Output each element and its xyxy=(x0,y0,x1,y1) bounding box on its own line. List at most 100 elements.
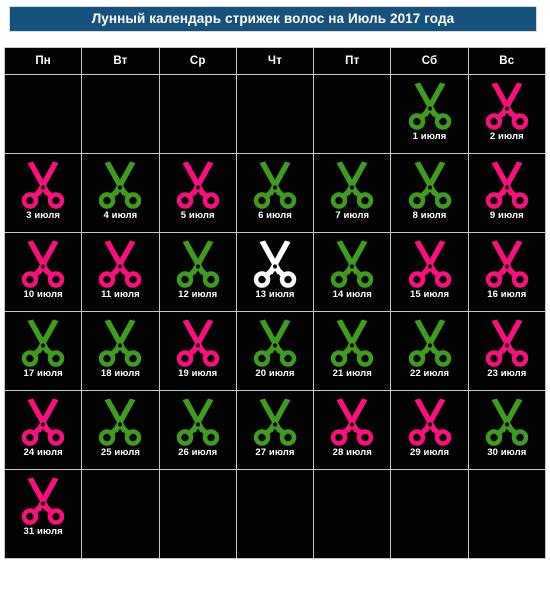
calendar-cell-empty xyxy=(313,469,392,559)
calendar-day-cell[interactable]: 25 июля xyxy=(81,390,160,470)
calendar-day-cell[interactable]: 4 июля xyxy=(81,153,160,233)
calendar-cell-content: 23 июля xyxy=(469,312,545,390)
calendar-day-cell[interactable]: 21 июля xyxy=(313,311,392,391)
day-label: 16 июля xyxy=(487,289,527,300)
day-label: 9 июля xyxy=(489,210,524,221)
day-label: 10 июля xyxy=(23,289,63,300)
calendar-day-cell[interactable]: 1 июля xyxy=(390,74,469,154)
calendar-day-cell[interactable]: 27 июля xyxy=(235,390,315,470)
day-label: 1 июля xyxy=(412,131,447,142)
calendar-day-cell[interactable]: 16 июля xyxy=(467,232,547,312)
day-label: 23 июля xyxy=(487,368,527,379)
day-label: 14 июля xyxy=(332,289,372,300)
calendar-day-cell[interactable]: 6 июля xyxy=(235,153,315,233)
calendar-cell-content: 10 июля xyxy=(5,233,81,311)
day-label: 6 июля xyxy=(258,210,292,221)
scissors-icon xyxy=(176,240,219,288)
calendar-body: 1 июля 2 июля 3 июля 4 июля 5 июля 6 июля 7 ию… xyxy=(3,74,547,559)
calendar-day-cell[interactable]: 20 июля xyxy=(235,311,315,391)
day-label: 5 июля xyxy=(180,210,215,221)
calendar-day-cell[interactable]: 18 июля xyxy=(81,311,160,391)
calendar-cell-content xyxy=(5,75,81,153)
calendar-cell-empty xyxy=(158,74,237,154)
calendar-day-cell[interactable]: 3 июля xyxy=(3,153,83,233)
calendar-cell-empty xyxy=(390,469,469,559)
day-label: 7 июля xyxy=(335,210,370,221)
scissors-icon xyxy=(176,398,219,446)
calendar-cell-content xyxy=(391,470,467,558)
calendar-cell-content: 24 июля xyxy=(5,391,81,469)
calendar-day-cell[interactable]: 8 июля xyxy=(390,153,469,233)
calendar-day-cell[interactable]: 29 июля xyxy=(390,390,469,470)
calendar-cell-content: 21 июля xyxy=(314,312,390,390)
day-label: 25 июля xyxy=(100,447,141,458)
calendar-day-cell[interactable]: 23 июля xyxy=(467,311,547,391)
calendar-cell-content: 14 июля xyxy=(314,233,390,311)
scissors-icon xyxy=(21,240,65,288)
calendar-cell-empty xyxy=(235,469,315,559)
calendar-day-cell[interactable]: 24 июля xyxy=(3,390,83,470)
day-label: 21 июля xyxy=(332,368,372,379)
day-label: 2 июля xyxy=(489,131,524,142)
calendar-cell-content xyxy=(160,75,236,153)
weekday-header-wednesday: Ср xyxy=(158,47,237,75)
weekday-header-thursday: Чт xyxy=(235,47,315,75)
scissors-icon xyxy=(485,240,529,288)
calendar-cell-content xyxy=(160,470,236,558)
calendar-cell-content: 31 июля xyxy=(5,470,81,558)
calendar-cell-content: 26 июля xyxy=(160,391,236,469)
scissors-icon xyxy=(331,240,374,288)
scissors-icon xyxy=(331,161,374,209)
calendar-cell-content: 13 июля xyxy=(237,233,313,311)
scissors-icon xyxy=(331,319,374,367)
calendar-day-cell[interactable]: 22 июля xyxy=(390,311,469,391)
calendar-cell-content: 18 июля xyxy=(82,312,158,390)
calendar-cell-content xyxy=(314,470,390,558)
weekday-header-tuesday: Вт xyxy=(81,47,160,75)
calendar-day-cell[interactable]: 2 июля xyxy=(467,74,547,154)
calendar-cell-content: 2 июля xyxy=(469,75,545,153)
calendar-title-banner: Лунный календарь стрижек волос на Июль 2… xyxy=(9,6,537,32)
calendar-day-cell[interactable]: 12 июля xyxy=(158,232,237,312)
calendar-cell-content: 8 июля xyxy=(391,154,467,232)
day-label: 11 июля xyxy=(101,289,140,300)
scissors-icon xyxy=(99,398,142,446)
calendar-day-cell[interactable]: 7 июля xyxy=(313,153,392,233)
scissors-icon xyxy=(408,240,451,288)
scissors-icon xyxy=(485,82,529,130)
day-label: 29 июля xyxy=(409,447,450,458)
scissors-icon xyxy=(21,161,65,209)
day-label: 30 июля xyxy=(487,447,527,458)
calendar-day-cell[interactable]: 9 июля xyxy=(467,153,547,233)
calendar-cell-content: 12 июля xyxy=(160,233,236,311)
calendar-day-cell[interactable]: 19 июля xyxy=(158,311,237,391)
calendar-week-row: 3 июля 4 июля 5 июля 6 июля 7 июля 8 июля 9 ию… xyxy=(3,153,547,233)
scissors-icon xyxy=(253,161,297,209)
day-label: 8 июля xyxy=(412,210,447,221)
scissors-icon xyxy=(485,319,529,367)
calendar-day-cell[interactable]: 30 июля xyxy=(467,390,547,470)
calendar-day-cell[interactable]: 13 июля xyxy=(235,232,315,312)
calendar-cell-content: 15 июля xyxy=(391,233,467,311)
day-label: 17 июля xyxy=(23,368,63,379)
calendar-day-cell[interactable]: 11 июля xyxy=(81,232,160,312)
calendar-day-cell[interactable]: 26 июля xyxy=(158,390,237,470)
scissors-icon xyxy=(176,161,219,209)
day-label: 22 июля xyxy=(409,368,450,379)
calendar-day-cell[interactable]: 28 июля xyxy=(313,390,392,470)
calendar-week-row: 24 июля 25 июля 26 июля 27 июля 28 июля 29 ию… xyxy=(3,390,547,470)
scissors-icon xyxy=(408,319,451,367)
calendar-cell-empty xyxy=(3,74,83,154)
day-label: 15 июля xyxy=(409,289,450,300)
scissors-icon xyxy=(21,477,65,525)
calendar-day-cell[interactable]: 14 июля xyxy=(313,232,392,312)
calendar-table: Пн Вт Ср Чт Пт Сб Вс 1 июля 2 июля 3 июля 4 июля 5… xyxy=(3,47,547,559)
calendar-day-cell[interactable]: 31 июля xyxy=(3,469,83,559)
scissors-icon xyxy=(99,240,142,288)
calendar-day-cell[interactable]: 10 июля xyxy=(3,232,83,312)
calendar-cell-content: 4 июля xyxy=(82,154,158,232)
calendar-day-cell[interactable]: 17 июля xyxy=(3,311,83,391)
calendar-day-cell[interactable]: 15 июля xyxy=(390,232,469,312)
calendar-day-cell[interactable]: 5 июля xyxy=(158,153,237,233)
day-label: 4 июля xyxy=(103,210,138,221)
